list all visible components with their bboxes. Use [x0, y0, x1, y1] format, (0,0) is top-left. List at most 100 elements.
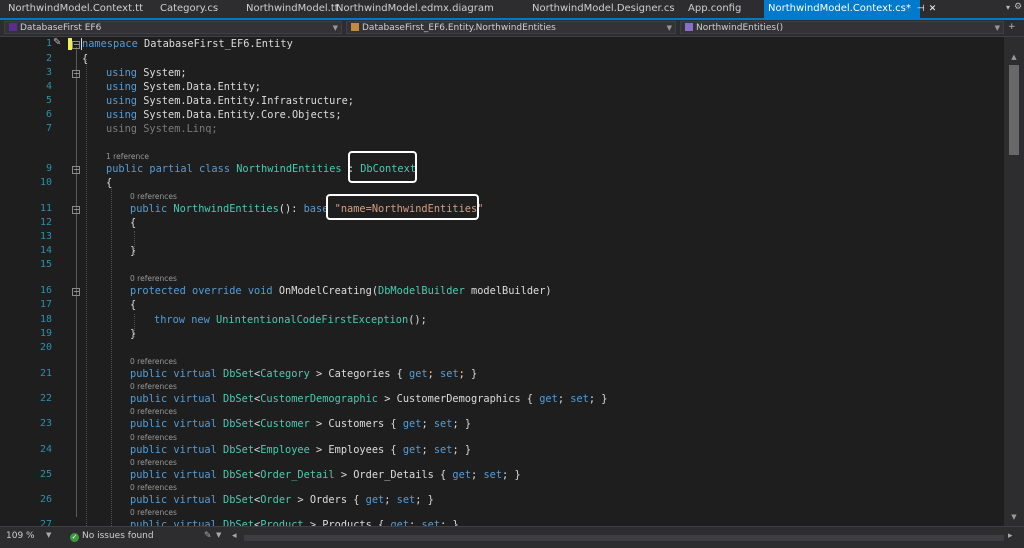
- code-token: modelBuilder): [471, 285, 552, 297]
- code-line: {: [130, 217, 136, 229]
- code-token: > Categories {: [316, 368, 403, 380]
- pin-icon[interactable]: ⊣: [917, 4, 925, 14]
- code-token: ; }: [458, 368, 478, 380]
- code-token: void: [247, 285, 273, 297]
- vertical-scrollbar[interactable]: ▲ ▼: [1004, 37, 1024, 526]
- line-number: 22: [39, 393, 52, 404]
- code-token: set: [396, 494, 416, 506]
- indent-guide: [86, 59, 87, 526]
- code-token: > Customers {: [316, 418, 397, 430]
- code-token: }: [130, 328, 137, 340]
- code-line: public virtual DbSet<Customer > Customer…: [130, 418, 471, 430]
- member-dropdown[interactable]: NorthwindEntities() ▼: [680, 21, 1004, 34]
- class-dropdown[interactable]: DatabaseFirst_EF6.Entity.NorthwindEntiti…: [346, 21, 676, 34]
- codelens-references[interactable]: 0 references: [130, 382, 177, 391]
- code-token: > Employees {: [316, 444, 397, 456]
- line-number: 14: [39, 245, 52, 256]
- collapse-icon[interactable]: −: [72, 70, 80, 78]
- scroll-down-icon[interactable]: ▼: [1004, 513, 1024, 521]
- line-number: 17: [39, 299, 52, 310]
- codelens-references[interactable]: 0 references: [130, 433, 177, 442]
- code-line: public virtual DbSet<Employee > Employee…: [130, 444, 471, 456]
- line-number: 16: [39, 285, 52, 296]
- codelens-references[interactable]: 0 references: [130, 357, 177, 366]
- status-bar: 109 % ▼ ✓ No issues found ✎ ▼ ◂ ▸: [0, 526, 1024, 548]
- gear-icon[interactable]: ⚙: [1014, 2, 1022, 12]
- tab-label: NorthwindModel.tt: [246, 3, 339, 14]
- document-tab[interactable]: App.config: [688, 0, 741, 18]
- code-token: public: [130, 519, 168, 526]
- document-tab[interactable]: NorthwindModel.tt: [246, 0, 339, 18]
- scroll-left-icon[interactable]: ◂: [232, 531, 237, 541]
- close-icon[interactable]: ✕: [929, 4, 937, 14]
- codelens-references[interactable]: 0 references: [130, 483, 177, 492]
- code-token: public: [130, 444, 168, 456]
- code-token: set: [483, 469, 503, 481]
- project-dropdown[interactable]: DatabaseFirst EF6 ▼: [4, 21, 342, 34]
- brush-icon[interactable]: ✎: [204, 531, 212, 541]
- line-number: 21: [39, 368, 52, 379]
- collapse-icon[interactable]: −: [72, 41, 80, 49]
- code-line: namespace DatabaseFirst_EF6.Entity: [82, 38, 293, 50]
- code-token: DbSet: [223, 393, 255, 405]
- document-tab[interactable]: NorthwindModel.Context.tt: [8, 0, 143, 18]
- code-line: public virtual DbSet<Product > Products …: [130, 519, 459, 526]
- code-token: override: [192, 285, 242, 297]
- collapse-icon[interactable]: −: [72, 206, 80, 214]
- code-token: DbSet: [223, 519, 255, 526]
- scroll-up-icon[interactable]: ▲: [1004, 53, 1024, 61]
- code-token: set: [570, 393, 589, 405]
- codelens-references[interactable]: 0 references: [130, 407, 177, 416]
- collapse-icon[interactable]: −: [72, 288, 80, 296]
- code-line: }: [130, 328, 136, 340]
- codelens-references[interactable]: 1 reference: [106, 152, 149, 161]
- document-tab[interactable]: NorthwindModel.edmx.diagram: [336, 0, 494, 18]
- line-number: 27: [39, 519, 52, 526]
- code-token: Order: [260, 494, 292, 506]
- chevron-down-icon: ▼: [666, 24, 672, 32]
- tab-label: Category.cs: [160, 3, 219, 14]
- horizontal-scrollbar[interactable]: [244, 535, 1004, 541]
- code-token: Product: [260, 519, 304, 526]
- code-token: System.Data.Entity.Core.Objects;: [143, 109, 342, 121]
- split-window-icon[interactable]: +: [1008, 22, 1016, 32]
- code-token: ;: [471, 469, 478, 481]
- line-number: 24: [39, 444, 52, 455]
- issues-text: No issues found: [82, 531, 154, 541]
- code-token: virtual: [173, 393, 217, 405]
- code-line: using System.Data.Entity.Core.Objects;: [106, 109, 342, 121]
- issues-indicator[interactable]: ✓ No issues found: [70, 531, 154, 542]
- code-token: ; }: [415, 494, 434, 506]
- code-line: public virtual DbSet<Order_Detail > Orde…: [130, 469, 521, 481]
- codelens-references[interactable]: 0 references: [130, 274, 177, 283]
- code-token: throw: [154, 314, 185, 326]
- zoom-level[interactable]: 109 %: [6, 531, 35, 541]
- line-number: 18: [39, 314, 52, 325]
- tab-overflow-icon[interactable]: ▾: [1006, 3, 1010, 12]
- code-token: ; }: [452, 418, 472, 430]
- code-editor[interactable]: ✎ 1− namespace DatabaseFirst_EF6.Entity 2{3…: [0, 37, 1004, 526]
- chevron-down-icon[interactable]: ▼: [46, 531, 51, 539]
- indent-guide: [111, 187, 112, 526]
- code-token: set: [440, 368, 459, 380]
- codelens-references[interactable]: 0 references: [130, 458, 177, 467]
- code-token: ;: [421, 418, 428, 430]
- line-number: 5: [45, 95, 52, 106]
- code-token: class: [199, 163, 231, 175]
- scrollbar-thumb[interactable]: [1009, 65, 1019, 155]
- member-name: NorthwindEntities(): [696, 23, 784, 33]
- document-tab[interactable]: NorthwindModel.Designer.cs: [532, 0, 675, 18]
- line-number: 11: [39, 203, 52, 214]
- csharp-project-icon: [9, 23, 17, 31]
- collapse-icon[interactable]: −: [72, 166, 80, 174]
- codelens-references[interactable]: 0 references: [130, 192, 177, 201]
- code-token: Employee: [260, 444, 310, 456]
- chevron-down-icon[interactable]: ▼: [216, 531, 221, 539]
- document-tab[interactable]: NorthwindModel.Context.cs* ⊣ ✕: [764, 0, 936, 18]
- codelens-references[interactable]: 0 references: [130, 508, 177, 517]
- document-tab[interactable]: Category.cs: [160, 0, 218, 18]
- code-token: get: [365, 494, 385, 506]
- edit-pen-icon[interactable]: ✎: [53, 37, 61, 48]
- code-token: System.Data.Entity.Infrastructure;: [143, 95, 354, 107]
- scroll-right-icon[interactable]: ▸: [1008, 531, 1013, 541]
